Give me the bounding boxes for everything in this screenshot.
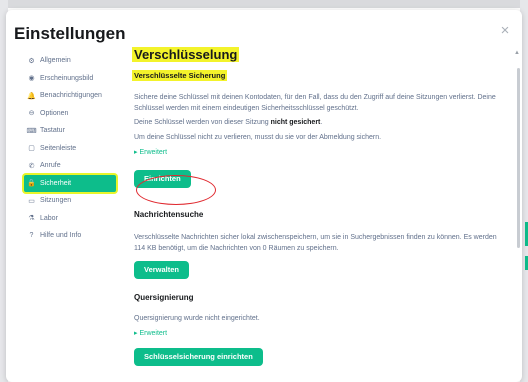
backup-description: Sichere deine Schlüssel mit deinen Konto…: [134, 94, 496, 112]
sidebar-item-label: Labor: [40, 214, 58, 222]
bell-icon: 🔔: [27, 92, 36, 100]
cross-signing-heading: Quersignierung: [134, 293, 194, 302]
sidebar-item-sicherheit[interactable]: 🔒 Sicherheit: [24, 174, 116, 192]
sidebar-item-label: Hilfe und Info: [40, 232, 82, 240]
sidebar-item-optionen[interactable]: ⊖ Optionen: [6, 105, 118, 123]
sidebar-item-label: Sicherheit: [40, 179, 72, 187]
devices-icon: ▭: [28, 197, 35, 205]
close-icon[interactable]: ×: [498, 23, 512, 38]
message-search-description: Verschlüsselte Nachrichten sicher lokal …: [134, 234, 497, 252]
sidebar-item-anrufe[interactable]: ✆ Anrufe: [6, 157, 118, 175]
lock-icon: 🔒: [27, 180, 36, 187]
sidebar-item-label: Optionen: [40, 109, 69, 117]
sidebar-item-label: Tastatur: [40, 127, 65, 135]
sidebar-item-benachrichtigungen[interactable]: 🔔 Benachrichtigungen: [6, 87, 118, 105]
phone-icon: ✆: [28, 162, 35, 170]
sidebar-item-sitzungen[interactable]: ▭ Sitzungen: [6, 192, 118, 210]
sidebar-item-seitenleiste[interactable]: ▢ Seitenleiste: [6, 140, 118, 158]
eye-icon: ◉: [28, 75, 35, 82]
dialog-title: Einstellungen: [14, 24, 126, 43]
sidebar-item-allgemein[interactable]: ⚙ Allgemein: [6, 52, 118, 70]
sidebar-item-label: Anrufe: [40, 162, 61, 170]
cross-signing-status: Quersignierung wurde nicht eingerichtet.: [134, 315, 260, 322]
settings-dialog: Einstellungen × ⚙ Allgemein ◉ Erscheinungsb…: [6, 10, 522, 382]
message-search-heading: Nachrichtensuche: [134, 210, 204, 219]
backup-advanced-toggle[interactable]: ▸ Erweitert: [134, 148, 506, 156]
section-title-encryption: Verschlüsselung: [132, 47, 240, 62]
sidebar-item-label: Erscheinungsbild: [40, 74, 94, 82]
manage-search-button[interactable]: Verwalten: [134, 261, 190, 279]
sidebar-item-label: Benachrichtigungen: [40, 92, 102, 100]
sidebar-item-labor[interactable]: ⚗ Labor: [6, 210, 118, 228]
sidebar-item-label: Seitenleiste: [40, 144, 77, 152]
setup-key-backup-button[interactable]: Schlüsselsicherung einrichten: [134, 347, 263, 366]
settings-sidebar: ⚙ Allgemein ◉ Erscheinungsbild 🔔 Benachrichti…: [6, 52, 118, 245]
settings-content: Verschlüsselung Verschlüsselte Sicherung…: [132, 46, 506, 366]
backup-hint: Um deine Schlüssel nicht zu verlieren, m…: [134, 133, 382, 141]
options-icon: ⊖: [28, 110, 35, 117]
sidebar-item-label: Sitzungen: [40, 197, 72, 205]
backup-heading: Verschlüsselte Sicherung: [132, 70, 228, 81]
sidebar-item-erscheinungsbild[interactable]: ◉ Erscheinungsbild: [6, 70, 118, 88]
app-background-top: [0, 0, 528, 8]
annotation-circle: [136, 175, 216, 205]
gear-icon: ⚙: [28, 57, 35, 65]
scroll-up-icon[interactable]: ▲: [514, 50, 520, 56]
scrollbar-thumb[interactable]: [517, 68, 520, 248]
sidebar-icon: ▢: [28, 145, 35, 152]
sidebar-item-label: Allgemein: [40, 57, 71, 65]
sidebar-item-hilfe-und-info[interactable]: ? Hilfe und Info: [6, 227, 118, 245]
help-icon: ?: [29, 232, 34, 239]
keyboard-icon: ⌨: [26, 127, 37, 135]
sidebar-item-tastatur[interactable]: ⌨ Tastatur: [6, 122, 118, 140]
cross-signing-advanced-toggle[interactable]: ▸ Erweitert: [134, 329, 506, 337]
flask-icon: ⚗: [28, 215, 35, 222]
backup-status: Deine Schlüssel werden von dieser Sitzun…: [134, 119, 323, 126]
